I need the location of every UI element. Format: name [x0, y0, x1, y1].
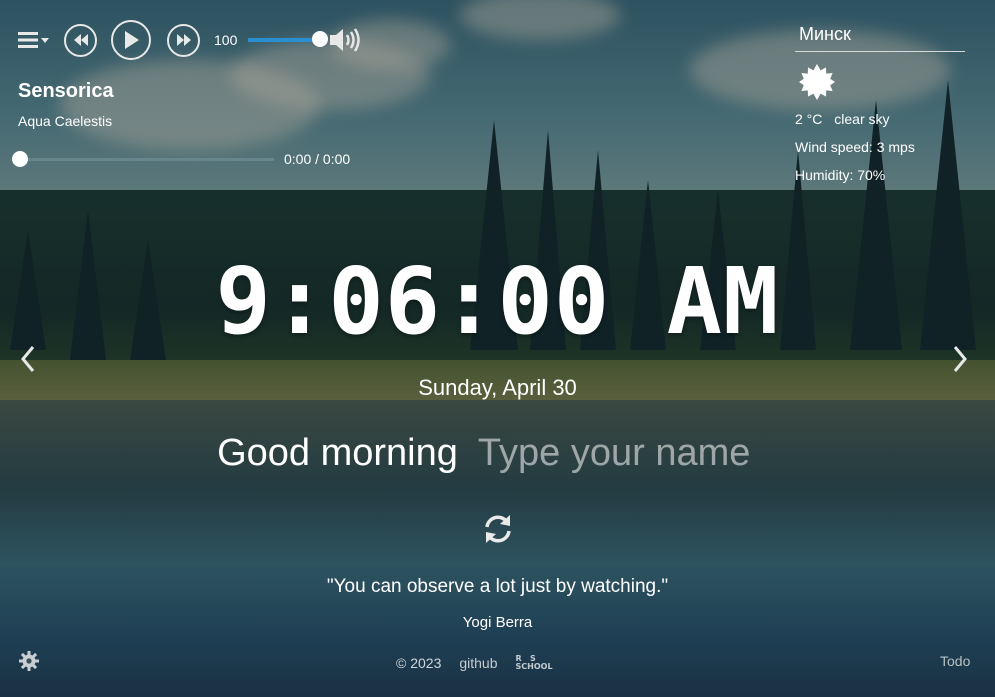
track-progress-bar[interactable] — [12, 150, 274, 167]
settings-button[interactable] — [19, 651, 39, 671]
volume-slider[interactable] — [248, 31, 328, 47]
name-input[interactable] — [477, 432, 778, 475]
refresh-icon — [485, 515, 511, 543]
gear-icon — [19, 651, 39, 671]
play-icon — [125, 31, 139, 49]
clock-time: 9:06:00 AM — [215, 248, 780, 355]
change-quote-button[interactable] — [481, 512, 515, 546]
playlist-menu-icon — [18, 32, 49, 48]
weather-widget: 2 °C clear sky Wind speed: 3 mps Humidit… — [795, 22, 965, 183]
track-artist: Aqua Caelestis — [18, 113, 113, 129]
city-input[interactable] — [795, 22, 965, 52]
fast-forward-icon — [176, 34, 191, 46]
track-title: Sensorica — [18, 80, 114, 102]
weather-temperature-row: 2 °C clear sky — [795, 111, 965, 127]
temperature: 2 °C — [795, 111, 823, 127]
greeting-row: Good morning — [0, 432, 995, 475]
track-time: 0:00 / 0:00 — [284, 151, 351, 167]
volume-value: 100 — [214, 32, 238, 48]
rewind-icon — [73, 34, 88, 46]
player-controls: 100 — [18, 20, 378, 60]
greeting-text: Good morning — [217, 432, 458, 474]
github-link[interactable]: github — [459, 655, 497, 671]
progress-row: 0:00 / 0:00 — [12, 150, 378, 167]
humidity: Humidity: 70% — [795, 167, 886, 183]
next-track-button[interactable] — [167, 23, 200, 57]
quote-text: "You can observe a lot just by watching.… — [326, 576, 669, 597]
audio-player: 100 Sensorica Aqua Caelestis 0:00 / 0:00 — [12, 20, 378, 167]
mute-button[interactable] — [328, 25, 362, 55]
playlist-menu-button[interactable] — [18, 28, 50, 52]
weather-description: clear sky — [834, 111, 890, 127]
track-progress-thumb[interactable] — [12, 150, 28, 167]
footer: © 2023 github R S SCHOOL — [396, 655, 553, 672]
quote-author: Yogi Berra — [462, 614, 533, 631]
previous-track-button[interactable] — [64, 23, 97, 57]
copyright: © 2023 — [396, 655, 442, 671]
todo-button[interactable]: Todo — [940, 653, 970, 669]
wind-speed: Wind speed: 3 mps — [795, 139, 915, 155]
play-button[interactable] — [111, 20, 151, 60]
volume-slider-thumb[interactable] — [312, 31, 328, 47]
rs-school-logo[interactable]: R S SCHOOL — [516, 655, 553, 671]
speaker-icon — [330, 28, 360, 52]
clock-date: Sunday, April 30 — [418, 375, 577, 400]
sun-icon — [799, 64, 835, 100]
